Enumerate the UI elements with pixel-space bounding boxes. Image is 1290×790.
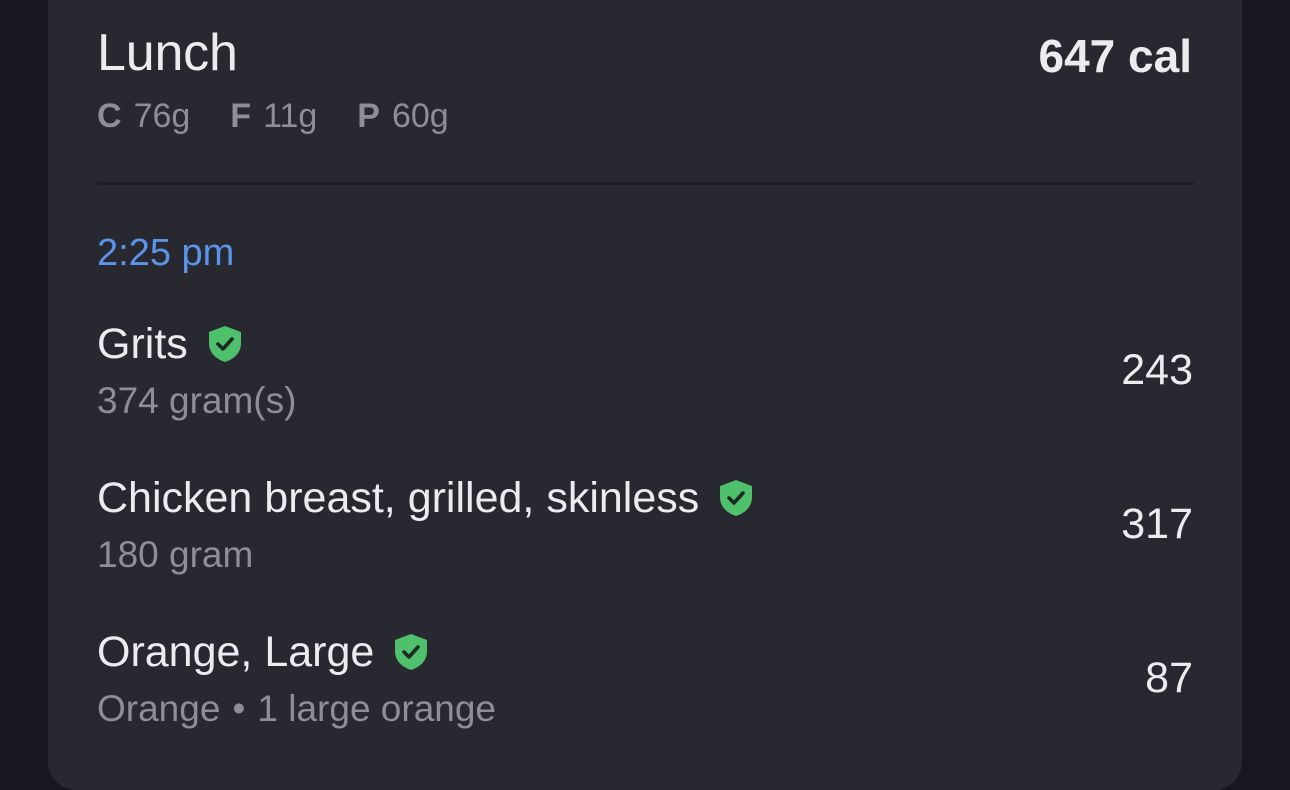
- food-name: Grits: [97, 320, 188, 368]
- macro-protein: P 60g: [357, 94, 448, 138]
- food-calories: 243: [1121, 346, 1193, 394]
- food-name: Orange, Large: [97, 628, 375, 676]
- food-serving-amount: 1 large orange: [257, 688, 497, 729]
- food-serving: 374 gram(s): [97, 380, 297, 421]
- entry-time[interactable]: 2:25 pm: [97, 229, 234, 277]
- verified-shield-icon: [208, 326, 241, 362]
- macro-fat-value: 11g: [263, 97, 318, 135]
- macro-carbs-value: 76g: [133, 97, 191, 135]
- food-serving: 180 gram: [97, 534, 254, 575]
- macros-summary: C 76g F 11g P 60g: [97, 94, 449, 138]
- macro-fat: F 11g: [230, 94, 317, 138]
- food-calories: 87: [1145, 654, 1193, 702]
- divider: [97, 182, 1194, 185]
- macro-carbs: C 76g: [97, 94, 190, 138]
- food-entry-orange[interactable]: Orange, Large Orange • 1 large orange 87: [97, 626, 1193, 756]
- food-serving: Orange • 1 large orange: [97, 686, 496, 732]
- food-calories: 317: [1121, 500, 1193, 548]
- macro-protein-label: P: [357, 97, 380, 135]
- food-entry-chicken[interactable]: Chicken breast, grilled, skinless 180 gr…: [97, 472, 1193, 602]
- macro-protein-value: 60g: [391, 97, 449, 135]
- verified-shield-icon: [720, 480, 753, 516]
- food-name: Chicken breast, grilled, skinless: [97, 474, 700, 522]
- meal-calories: 647 cal: [1038, 30, 1192, 82]
- verified-shield-icon: [395, 634, 428, 670]
- food-entry-grits[interactable]: Grits 374 gram(s) 243: [97, 318, 1193, 448]
- macro-fat-label: F: [230, 97, 252, 135]
- meal-title: Lunch: [97, 24, 238, 82]
- food-brand: Orange: [97, 688, 221, 729]
- macro-carbs-label: C: [97, 97, 122, 135]
- separator-dot: •: [232, 688, 246, 729]
